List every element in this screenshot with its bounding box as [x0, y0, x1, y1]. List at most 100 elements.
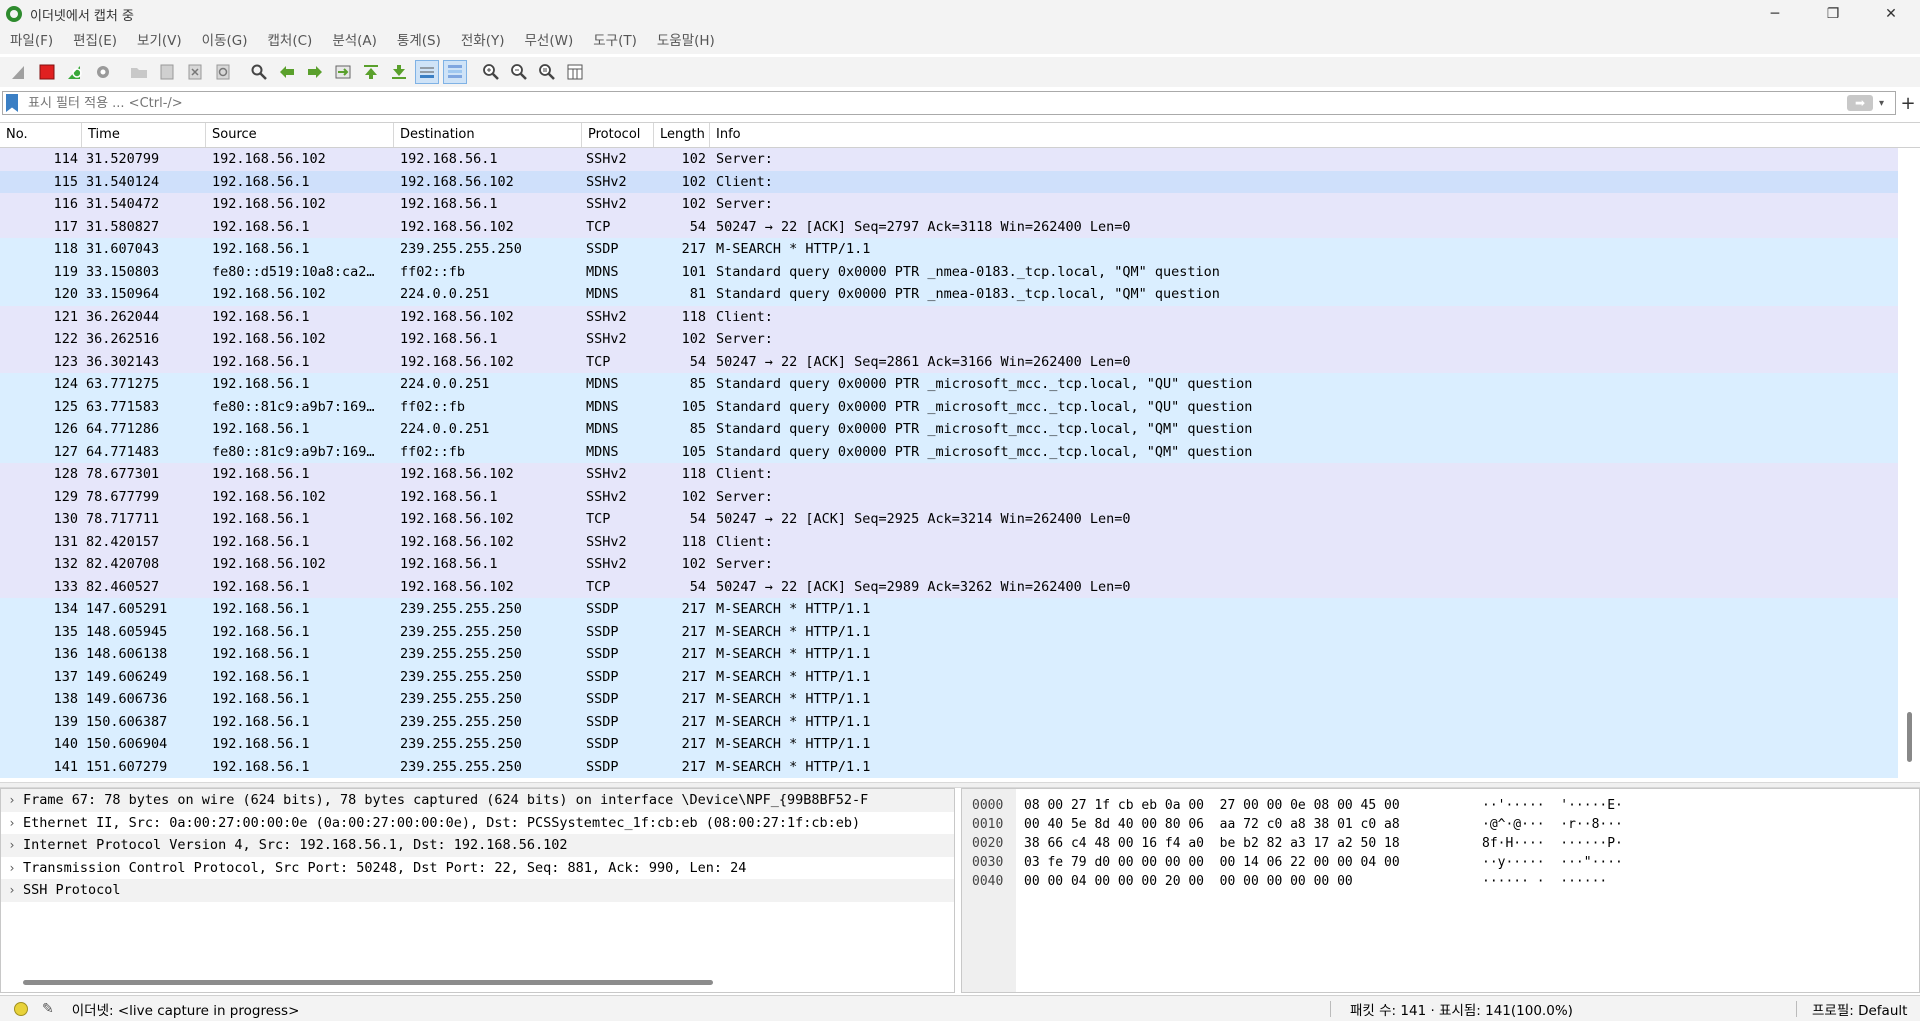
menu-telephony[interactable]: 전화(Y) [451, 28, 515, 54]
filter-history-dropdown[interactable]: ▾ [1879, 98, 1893, 109]
table-row[interactable]: 130 78.717711 192.168.56.1 192.168.56.102 TC… [0, 508, 1898, 531]
filter-bookmark-icon[interactable] [6, 94, 18, 112]
menu-file[interactable]: 파일(F) [0, 28, 63, 54]
profile-label[interactable]: 프로필: Default [1812, 999, 1907, 1019]
bytes-hex[interactable]: 00 40 5e 8d 40 00 80 06 aa 72 c0 a8 38 0… [1024, 815, 1400, 834]
first-packet-icon[interactable] [360, 61, 382, 83]
table-row[interactable]: 116 31.540472 192.168.56.102 192.168.56.1 SS… [0, 193, 1898, 216]
bytes-ascii[interactable]: ··'····· '·····E· [1482, 796, 1623, 815]
detail-tree-item[interactable]: › Internet Protocol Version 4, Src: 192.1… [1, 834, 954, 857]
close-file-icon[interactable] [184, 61, 206, 83]
bytes-offset[interactable]: 0030 [972, 853, 1003, 872]
table-row[interactable]: 139 150.606387 192.168.56.1 239.255.255.250… [0, 710, 1898, 733]
table-row[interactable]: 133 82.460527 192.168.56.1 192.168.56.102 TC… [0, 575, 1898, 598]
detail-tree-item[interactable]: › Transmission Control Protocol, Src Port… [1, 856, 954, 880]
table-row[interactable]: 128 78.677301 192.168.56.1 192.168.56.102 SS… [0, 463, 1898, 486]
capture-comment-icon[interactable]: ✎ [42, 1001, 54, 1017]
table-row[interactable]: 140 150.606904 192.168.56.1 239.255.255.250… [0, 733, 1898, 756]
bytes-ascii[interactable]: 8f·H···· ······P· [1482, 834, 1623, 853]
bytes-hex[interactable]: 38 66 c4 48 00 16 f4 a0 be b2 82 a3 17 a… [1024, 834, 1400, 853]
resize-columns-icon[interactable] [564, 61, 586, 83]
add-filter-button[interactable]: + [1896, 91, 1920, 115]
restore-button[interactable]: ❐ [1804, 0, 1862, 28]
menu-edit[interactable]: 편집(E) [63, 28, 127, 54]
colorize-icon[interactable] [443, 60, 467, 84]
table-row[interactable]: 119 33.150803 fe80::d519:10a8:ca2… ff02::fb… [0, 260, 1898, 283]
column-length[interactable]: Length [654, 123, 710, 147]
expand-chevron-icon[interactable]: › [1, 879, 23, 902]
bytes-hex[interactable]: 08 00 27 1f cb eb 0a 00 27 00 00 0e 08 0… [1024, 796, 1400, 815]
detail-tree-item[interactable]: › Frame 67: 78 bytes on wire (624 bits), … [1, 789, 954, 812]
table-row[interactable]: 138 149.606736 192.168.56.1 239.255.255.250… [0, 688, 1898, 711]
packet-list-scrollbar[interactable] [1898, 148, 1920, 783]
table-row[interactable]: 123 36.302143 192.168.56.1 192.168.56.102 TC… [0, 350, 1898, 373]
bytes-ascii[interactable]: ······ · ······ [1482, 872, 1607, 891]
table-row[interactable]: 126 64.771286 192.168.56.1 224.0.0.251 MDNS 8… [0, 418, 1898, 441]
table-row[interactable]: 135 148.605945 192.168.56.1 239.255.255.250… [0, 620, 1898, 643]
display-filter-input[interactable] [26, 94, 1847, 112]
table-row[interactable]: 121 36.262044 192.168.56.1 192.168.56.102 SS… [0, 305, 1898, 328]
table-row[interactable]: 129 78.677799 192.168.56.102 192.168.56.1 SS… [0, 485, 1898, 508]
expand-chevron-icon[interactable]: › [1, 834, 23, 857]
bytes-hex[interactable]: 00 00 04 00 00 00 20 00 00 00 00 00 00 0… [1024, 872, 1353, 891]
menu-wireless[interactable]: 무선(W) [515, 28, 584, 54]
table-row[interactable]: 122 36.262516 192.168.56.102 192.168.56.1 SS… [0, 328, 1898, 351]
table-row[interactable]: 131 82.420157 192.168.56.1 192.168.56.102 SS… [0, 530, 1898, 553]
stop-icon[interactable] [36, 61, 58, 83]
zoom-in-icon[interactable] [480, 61, 502, 83]
bytes-hex[interactable]: 03 fe 79 d0 00 00 00 00 00 14 06 22 00 0… [1024, 853, 1400, 872]
table-row[interactable]: 114 31.520799 192.168.56.102 192.168.56.1 SS… [0, 148, 1898, 171]
column-no[interactable]: No. [0, 123, 82, 147]
detail-tree-item[interactable]: › Ethernet II, Src: 0a:00:27:00:00:0e (0a… [1, 811, 954, 835]
zoom-reset-icon[interactable] [536, 61, 558, 83]
menu-help[interactable]: 도움말(H) [647, 28, 725, 54]
bytes-offset[interactable]: 0020 [972, 834, 1003, 853]
shark-fin-icon[interactable] [8, 61, 30, 83]
packet-list-scroll-thumb[interactable] [1907, 712, 1912, 762]
go-forward-icon[interactable] [304, 61, 326, 83]
apply-filter-button[interactable]: ➡ [1847, 95, 1873, 111]
table-row[interactable]: 115 31.540124 192.168.56.1 192.168.56.102 SS… [0, 170, 1898, 193]
menu-tools[interactable]: 도구(T) [583, 28, 647, 54]
menu-statistics[interactable]: 통계(S) [387, 28, 451, 54]
bytes-offset[interactable]: 0000 [972, 796, 1003, 815]
table-row[interactable]: 132 82.420708 192.168.56.102 192.168.56.1 SS… [0, 553, 1898, 576]
table-row[interactable]: 134 147.605291 192.168.56.1 239.255.255.250… [0, 598, 1898, 621]
menu-analyze[interactable]: 분석(A) [322, 28, 387, 54]
reload-icon[interactable] [212, 61, 234, 83]
table-row[interactable]: 124 63.771275 192.168.56.1 224.0.0.251 MDNS 8… [0, 373, 1898, 396]
save-icon[interactable] [156, 61, 178, 83]
open-folder-icon[interactable] [128, 61, 150, 83]
bytes-offset[interactable]: 0040 [972, 872, 1003, 891]
find-icon[interactable] [248, 61, 270, 83]
details-horizontal-scrollbar[interactable] [23, 980, 713, 985]
bytes-offset[interactable]: 0010 [972, 815, 1003, 834]
table-row[interactable]: 118 31.607043 192.168.56.1 239.255.255.250 S… [0, 238, 1898, 261]
bytes-ascii[interactable]: ··y····· ···"···· [1482, 853, 1623, 872]
menu-view[interactable]: 보기(V) [127, 28, 192, 54]
restart-icon[interactable] [64, 61, 86, 83]
column-info[interactable]: Info [710, 123, 1920, 147]
zoom-out-icon[interactable] [508, 61, 530, 83]
table-row[interactable]: 120 33.150964 192.168.56.102 224.0.0.251 MDN… [0, 283, 1898, 306]
options-gear-icon[interactable] [92, 61, 114, 83]
column-protocol[interactable]: Protocol [582, 123, 654, 147]
table-row[interactable]: 125 63.771583 fe80::81c9:a9b7:169… ff02::fb… [0, 395, 1898, 418]
autoscroll-icon[interactable] [415, 60, 439, 84]
go-to-packet-icon[interactable] [332, 61, 354, 83]
table-row[interactable]: 117 31.580827 192.168.56.1 192.168.56.102 TC… [0, 215, 1898, 238]
table-row[interactable]: 137 149.606249 192.168.56.1 239.255.255.250… [0, 665, 1898, 688]
table-row[interactable]: 127 64.771483 fe80::81c9:a9b7:169… ff02::fb… [0, 440, 1898, 463]
expand-chevron-icon[interactable]: › [1, 812, 23, 835]
expand-chevron-icon[interactable]: › [1, 789, 23, 812]
table-row[interactable]: 141 151.607279 192.168.56.1 239.255.255.250… [0, 755, 1898, 778]
column-source[interactable]: Source [206, 123, 394, 147]
column-time[interactable]: Time [82, 123, 206, 147]
expand-chevron-icon[interactable]: › [1, 857, 23, 880]
close-button[interactable]: ✕ [1862, 0, 1920, 28]
detail-tree-item[interactable]: › SSH Protocol [1, 879, 954, 902]
menu-capture[interactable]: 캡처(C) [258, 28, 323, 54]
menu-go[interactable]: 이동(G) [192, 28, 258, 54]
table-row[interactable]: 136 148.606138 192.168.56.1 239.255.255.250… [0, 643, 1898, 666]
minimize-button[interactable]: ─ [1746, 0, 1804, 28]
